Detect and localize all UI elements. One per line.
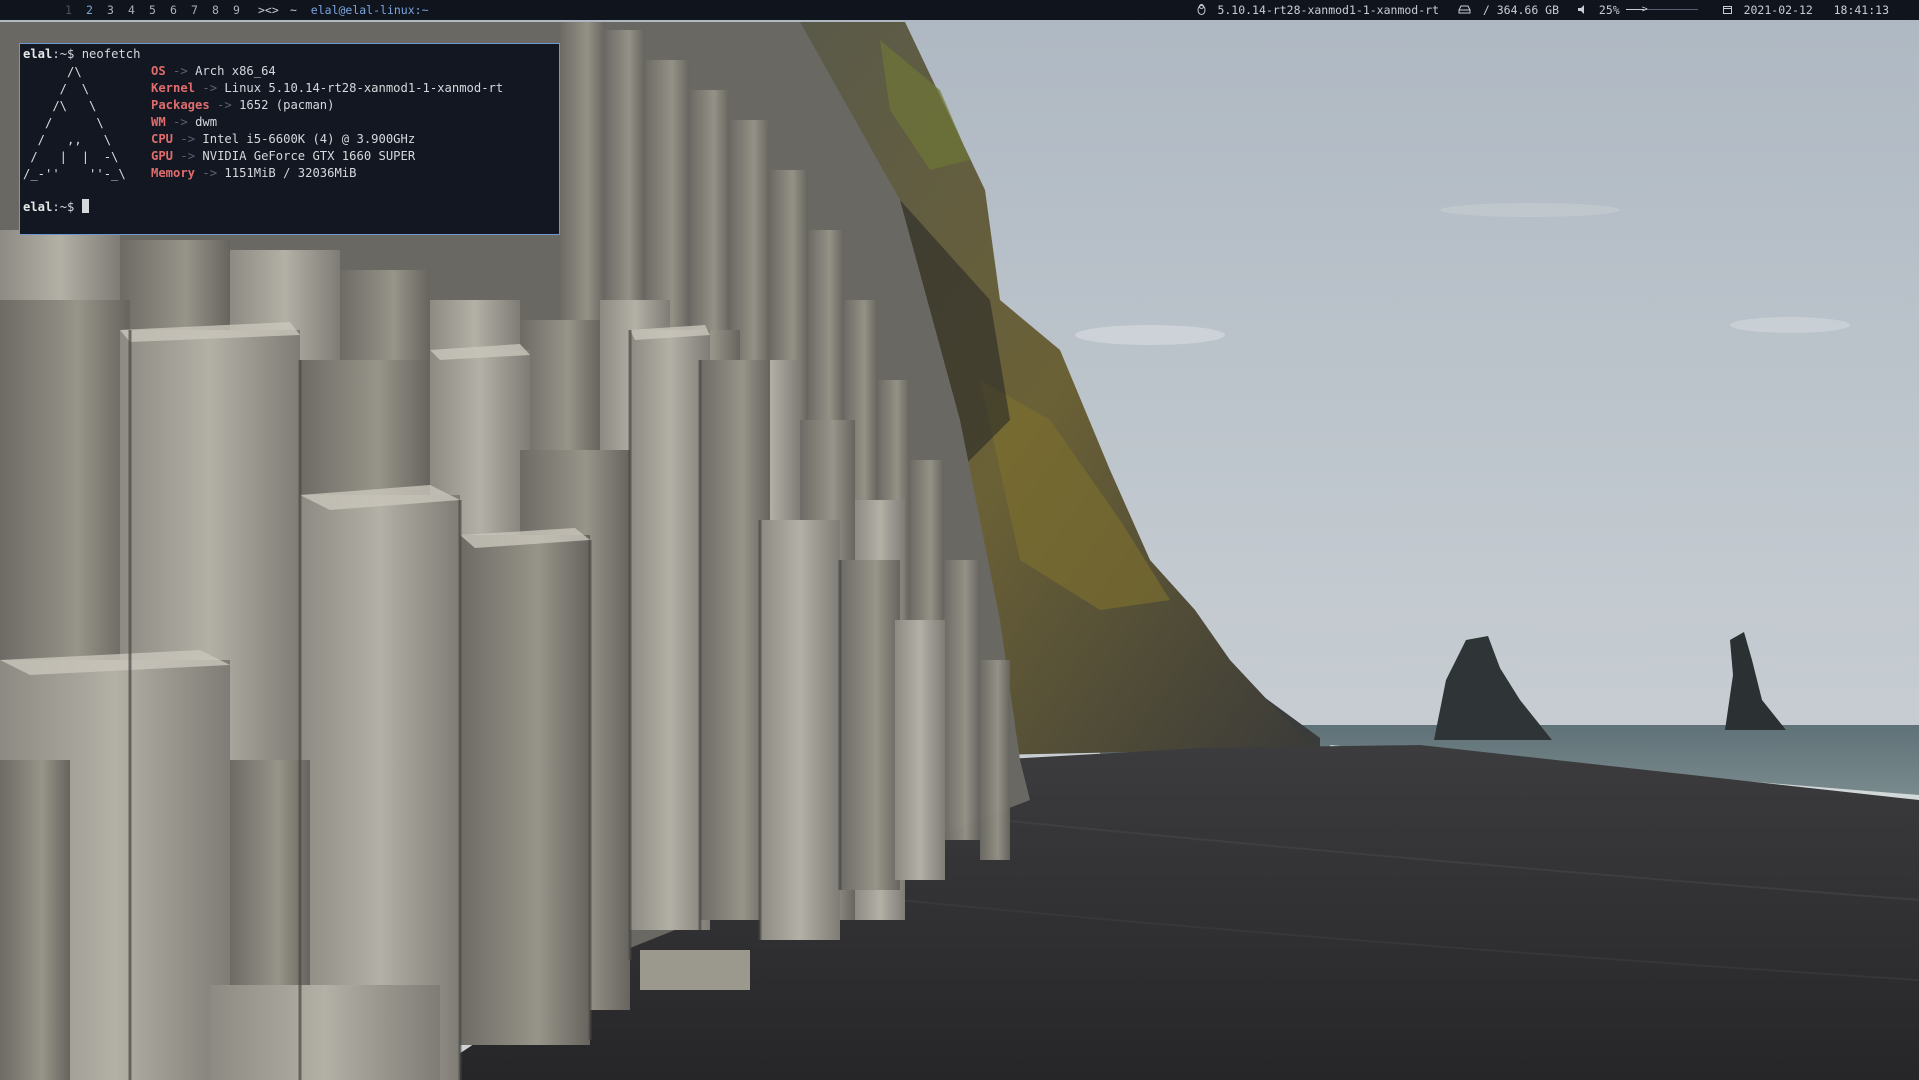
info-key: WM — [151, 115, 166, 129]
info-value: 1652 (pacman) — [239, 98, 335, 112]
info-wm: WM -> dwm — [151, 114, 217, 131]
status-bar: 123456789 ><> ~ elal@elal-linux:~ 5.10.1… — [0, 0, 1919, 20]
info-value: NVIDIA GeForce GTX 1660 SUPER — [202, 149, 416, 163]
disk-status: / 364.66 GB — [1458, 3, 1566, 17]
command-text: neofetch — [81, 47, 141, 61]
prompt-path: :~$ — [52, 200, 75, 214]
prompt-user: elal — [23, 47, 53, 61]
info-arrow: -> — [202, 166, 218, 180]
hard-drive-icon — [1458, 3, 1478, 17]
kernel-version: 5.10.14-rt28-xanmod1-1-xanmod-rt — [1217, 3, 1439, 17]
prompt-line[interactable]: elal:~$ — [23, 199, 89, 216]
info-key: Packages — [151, 98, 210, 112]
info-packages: Packages -> 1652 (pacman) — [151, 97, 334, 114]
prompt-path: :~$ — [52, 47, 75, 61]
tag-4[interactable]: 4 — [121, 0, 142, 20]
info-key: GPU — [151, 149, 174, 163]
volume-percent: 25% — [1598, 3, 1620, 17]
info-value: dwm — [195, 115, 218, 129]
tag-7[interactable]: 7 — [184, 0, 205, 20]
text-cursor — [81, 199, 89, 213]
clock-status: 2021-02-12 18:41:13 — [1722, 3, 1889, 17]
time: 18:41:13 — [1833, 3, 1889, 17]
info-memory: Memory -> 1151MiB / 32036MiB — [151, 165, 356, 182]
layout-symbol[interactable]: ><> — [258, 0, 279, 20]
linux-penguin-icon — [1197, 3, 1213, 17]
window-title-prefix: ~ — [290, 3, 297, 17]
info-arrow: -> — [180, 149, 196, 163]
info-value: Linux 5.10.14-rt28-xanmod1-1-xanmod-rt — [224, 81, 504, 95]
calendar-icon — [1722, 3, 1739, 17]
command-line: elal:~$ neofetch — [23, 46, 140, 63]
info-os: OS -> Arch x86_64 — [151, 63, 276, 80]
info-value: 1151MiB / 32036MiB — [224, 166, 357, 180]
info-arrow: -> — [173, 115, 188, 129]
workspace-tags: 123456789 — [58, 0, 247, 20]
tag-2[interactable]: 2 — [79, 0, 100, 20]
info-key: Memory — [151, 166, 196, 180]
speaker-icon — [1577, 3, 1594, 17]
tag-1[interactable]: 1 — [58, 0, 79, 20]
info-arrow: -> — [202, 81, 218, 95]
window-title-text: elal@elal-linux:~ — [310, 3, 429, 17]
tag-5[interactable]: 5 — [142, 0, 163, 20]
info-arrow: -> — [180, 132, 196, 146]
info-key: Kernel — [151, 81, 196, 95]
window-title: ~ elal@elal-linux:~ — [290, 0, 429, 20]
volume-slider[interactable]: > — [1625, 0, 1698, 20]
arch-logo-ascii: /\ / \ /\ \ / \ / ,, \ / | | -\ /_-'' ''… — [23, 65, 126, 181]
tag-8[interactable]: 8 — [205, 0, 226, 20]
volume-status: 25% > — [1577, 0, 1705, 20]
tag-3[interactable]: 3 — [100, 0, 121, 20]
info-value: Intel i5-6600K (4) @ 3.900GHz — [202, 132, 416, 146]
desktop: 123456789 ><> ~ elal@elal-linux:~ 5.10.1… — [0, 0, 1919, 1080]
date: 2021-02-12 — [1743, 3, 1813, 17]
info-cpu: CPU -> Intel i5-6600K (4) @ 3.900GHz — [151, 131, 415, 148]
terminal-window[interactable]: elal:~$ neofetch /\ / \ /\ \ / \ / ,, \ … — [19, 43, 560, 235]
prompt-user: elal — [23, 200, 53, 214]
info-key: OS — [151, 64, 166, 78]
info-arrow: -> — [217, 98, 232, 112]
info-arrow: -> — [173, 64, 188, 78]
tag-9[interactable]: 9 — [226, 0, 247, 20]
tag-6[interactable]: 6 — [163, 0, 184, 20]
info-key: CPU — [151, 132, 174, 146]
status-area: 5.10.14-rt28-xanmod1-1-xanmod-rt / 364.6… — [1185, 0, 1889, 20]
kernel-status: 5.10.14-rt28-xanmod1-1-xanmod-rt — [1197, 3, 1446, 17]
info-kernel: Kernel -> Linux 5.10.14-rt28-xanmod1-1-x… — [151, 80, 503, 97]
info-value: Arch x86_64 — [195, 64, 276, 78]
info-gpu: GPU -> NVIDIA GeForce GTX 1660 SUPER — [151, 148, 415, 165]
disk-usage: / 364.66 GB — [1482, 3, 1560, 17]
